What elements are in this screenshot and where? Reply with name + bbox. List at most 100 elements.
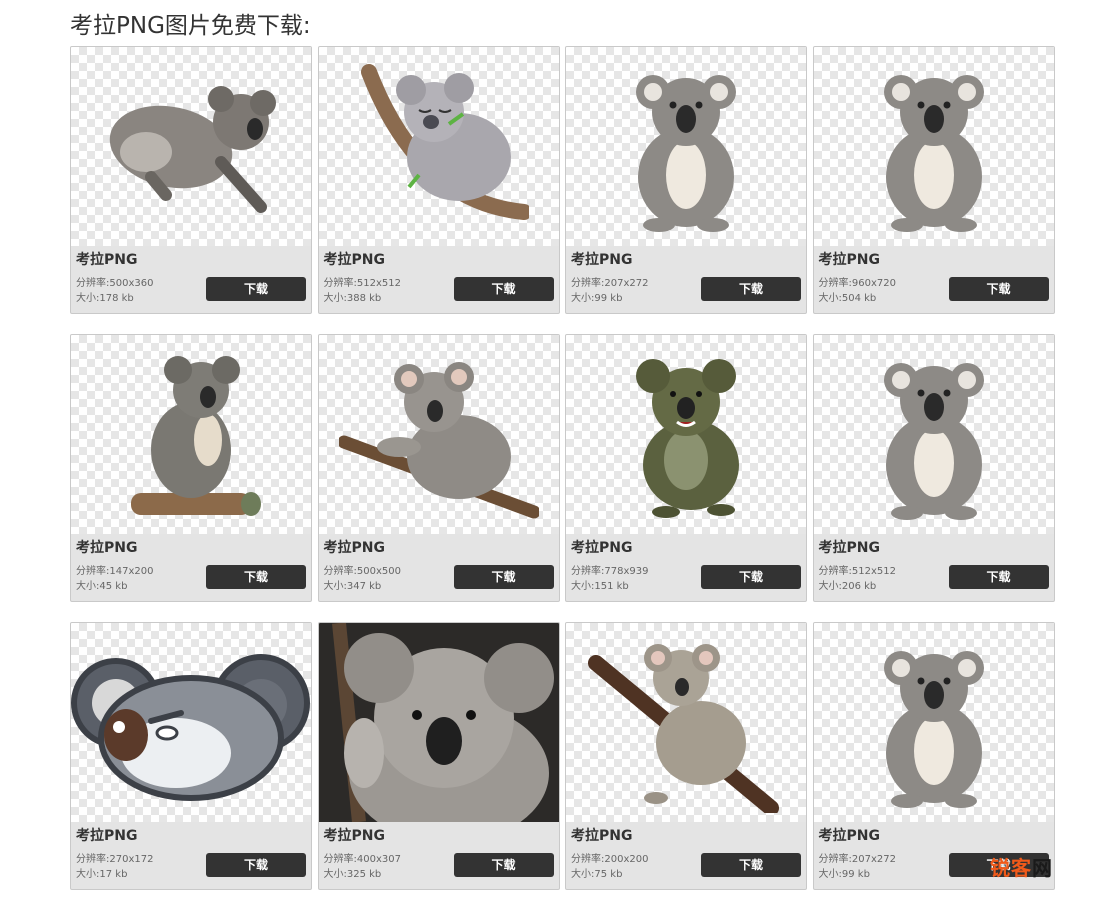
size-line: 大小:206 kb [819, 579, 896, 594]
size-value: 388 kb [346, 293, 382, 304]
image-card[interactable]: 考拉PNG 分辨率:147x200 大小:45 kb 下载 [70, 334, 312, 602]
watermark-text-accent: 锐客 [990, 856, 1032, 880]
image-card[interactable]: 考拉PNG 分辨率:207x272 大小:99 kb 下载 [812, 622, 1055, 890]
resolution-value: 200x200 [604, 854, 649, 865]
size-label: 大小: [818, 293, 842, 304]
resolution-value: 147x200 [109, 566, 154, 577]
watermark-text: 网 [1032, 856, 1053, 880]
image-thumbnail[interactable] [813, 47, 1054, 246]
image-thumbnail[interactable] [318, 623, 559, 822]
resolution-label: 分辨率: [323, 566, 357, 577]
koala-climbing-icon [586, 633, 786, 813]
size-label: 大小: [323, 581, 347, 592]
resolution-line: 分辨率:512x512 [819, 564, 896, 579]
size-label: 大小: [323, 869, 347, 880]
image-card[interactable]: 考拉PNG 分辨率:512x512 大小:388 kb 下载 [317, 46, 560, 314]
download-button[interactable]: 下载 [206, 853, 306, 877]
card-meta: 分辨率:512x512 大小:206 kb [819, 564, 896, 594]
resolution-line: 分辨率:270x172 [76, 852, 153, 867]
download-button[interactable]: 下载 [206, 277, 306, 301]
resolution-label: 分辨率: [323, 854, 357, 865]
size-value: 151 kb [594, 581, 629, 592]
card-meta: 分辨率:500x360 大小:178 kb [76, 276, 153, 306]
resolution-value: 512x512 [356, 278, 401, 289]
koala-on-branch-icon [338, 347, 539, 522]
koala-mascot-head-icon [71, 643, 311, 803]
resolution-label: 分辨率: [323, 278, 357, 289]
card-info: 考拉PNG 分辨率:960x720 大小:504 kb 下载 [814, 246, 1054, 313]
download-button[interactable]: 下载 [701, 853, 801, 877]
resolution-value: 400x307 [356, 854, 401, 865]
resolution-line: 分辨率:207x272 [571, 276, 648, 291]
resolution-value: 270x172 [109, 854, 154, 865]
image-card[interactable]: 考拉PNG 分辨率:270x172 大小:17 kb 下载 [70, 622, 312, 890]
card-title: 考拉PNG [323, 540, 385, 556]
card-title: 考拉PNG [571, 828, 633, 844]
size-value: 347 kb [346, 581, 382, 592]
size-value: 504 kb [841, 293, 877, 304]
page-title: 考拉PNG图片免费下载: [70, 13, 311, 39]
card-title: 考拉PNG [818, 252, 880, 268]
resolution-line: 分辨率:500x360 [76, 276, 153, 291]
image-thumbnail[interactable] [566, 47, 806, 246]
size-line: 大小:178 kb [76, 291, 153, 306]
download-button[interactable]: 下载 [453, 277, 554, 301]
size-line: 大小:45 kb [76, 579, 153, 594]
resolution-label: 分辨率: [76, 566, 110, 577]
image-thumbnail[interactable] [318, 335, 559, 534]
download-button[interactable]: 下载 [948, 277, 1049, 301]
size-value: 45 kb [99, 581, 128, 592]
image-thumbnail[interactable] [566, 335, 806, 534]
image-card[interactable]: 考拉PNG 分辨率:512x512 大小:206 kb 下载 [812, 334, 1055, 602]
card-info: 考拉PNG 分辨率:400x307 大小:325 kb 下载 [319, 822, 559, 889]
image-grid: 考拉PNG 分辨率:500x360 大小:178 kb 下载 考拉PNG 分辨率… [70, 46, 1055, 890]
image-card[interactable]: 考拉PNG 分辨率:500x360 大小:178 kb 下载 [70, 46, 312, 314]
image-thumbnail[interactable] [71, 623, 311, 822]
image-thumbnail[interactable] [71, 335, 311, 534]
size-value: 17 kb [99, 869, 128, 880]
image-card[interactable]: 考拉PNG 分辨率:778x939 大小:151 kb 下载 [565, 334, 807, 602]
image-card[interactable]: 考拉PNG 分辨率:207x272 大小:99 kb 下载 [565, 46, 807, 314]
card-title: 考拉PNG [571, 252, 633, 268]
koala-on-log-icon [116, 345, 266, 525]
download-button[interactable]: 下载 [701, 565, 801, 589]
size-line: 大小:151 kb [571, 579, 648, 594]
image-thumbnail[interactable] [566, 623, 806, 822]
size-value: 325 kb [346, 869, 382, 880]
image-thumbnail[interactable] [813, 335, 1054, 534]
card-info: 考拉PNG 分辨率:200x200 大小:75 kb 下载 [566, 822, 806, 889]
size-line: 大小:388 kb [324, 291, 401, 306]
download-button[interactable]: 下载 [453, 565, 554, 589]
image-thumbnail[interactable] [71, 47, 311, 246]
koala-lying-icon [91, 67, 291, 227]
resolution-label: 分辨率: [76, 854, 110, 865]
image-thumbnail[interactable] [813, 623, 1054, 822]
size-line: 大小:99 kb [819, 867, 896, 882]
download-button[interactable]: 下载 [948, 565, 1049, 589]
image-card[interactable]: 考拉PNG 分辨率:400x307 大小:325 kb 下载 [317, 622, 560, 890]
size-value: 99 kb [594, 293, 623, 304]
image-card[interactable]: 考拉PNG 分辨率:500x500 大小:347 kb 下载 [317, 334, 560, 602]
image-thumbnail[interactable] [318, 47, 559, 246]
resolution-value: 207x272 [604, 278, 649, 289]
resolution-label: 分辨率: [571, 566, 605, 577]
size-label: 大小: [571, 293, 595, 304]
card-title: 考拉PNG [818, 540, 880, 556]
koala-sitting-icon [849, 57, 1019, 237]
size-label: 大小: [76, 581, 100, 592]
koala-closeup-icon [318, 623, 559, 822]
download-button[interactable]: 下载 [206, 565, 306, 589]
card-info: 考拉PNG 分辨率:270x172 大小:17 kb 下载 [71, 822, 311, 889]
download-button[interactable]: 下载 [453, 853, 554, 877]
image-card[interactable]: 考拉PNG 分辨率:200x200 大小:75 kb 下载 [565, 622, 807, 890]
size-line: 大小:325 kb [324, 867, 401, 882]
resolution-value: 960x720 [851, 278, 896, 289]
download-button[interactable]: 下载 [701, 277, 801, 301]
size-line: 大小:75 kb [571, 867, 648, 882]
card-title: 考拉PNG [76, 252, 138, 268]
card-info: 考拉PNG 分辨率:147x200 大小:45 kb 下载 [71, 534, 311, 601]
card-meta: 分辨率:270x172 大小:17 kb [76, 852, 153, 882]
image-card[interactable]: 考拉PNG 分辨率:960x720 大小:504 kb 下载 [812, 46, 1055, 314]
size-line: 大小:347 kb [324, 579, 401, 594]
resolution-label: 分辨率: [818, 854, 852, 865]
